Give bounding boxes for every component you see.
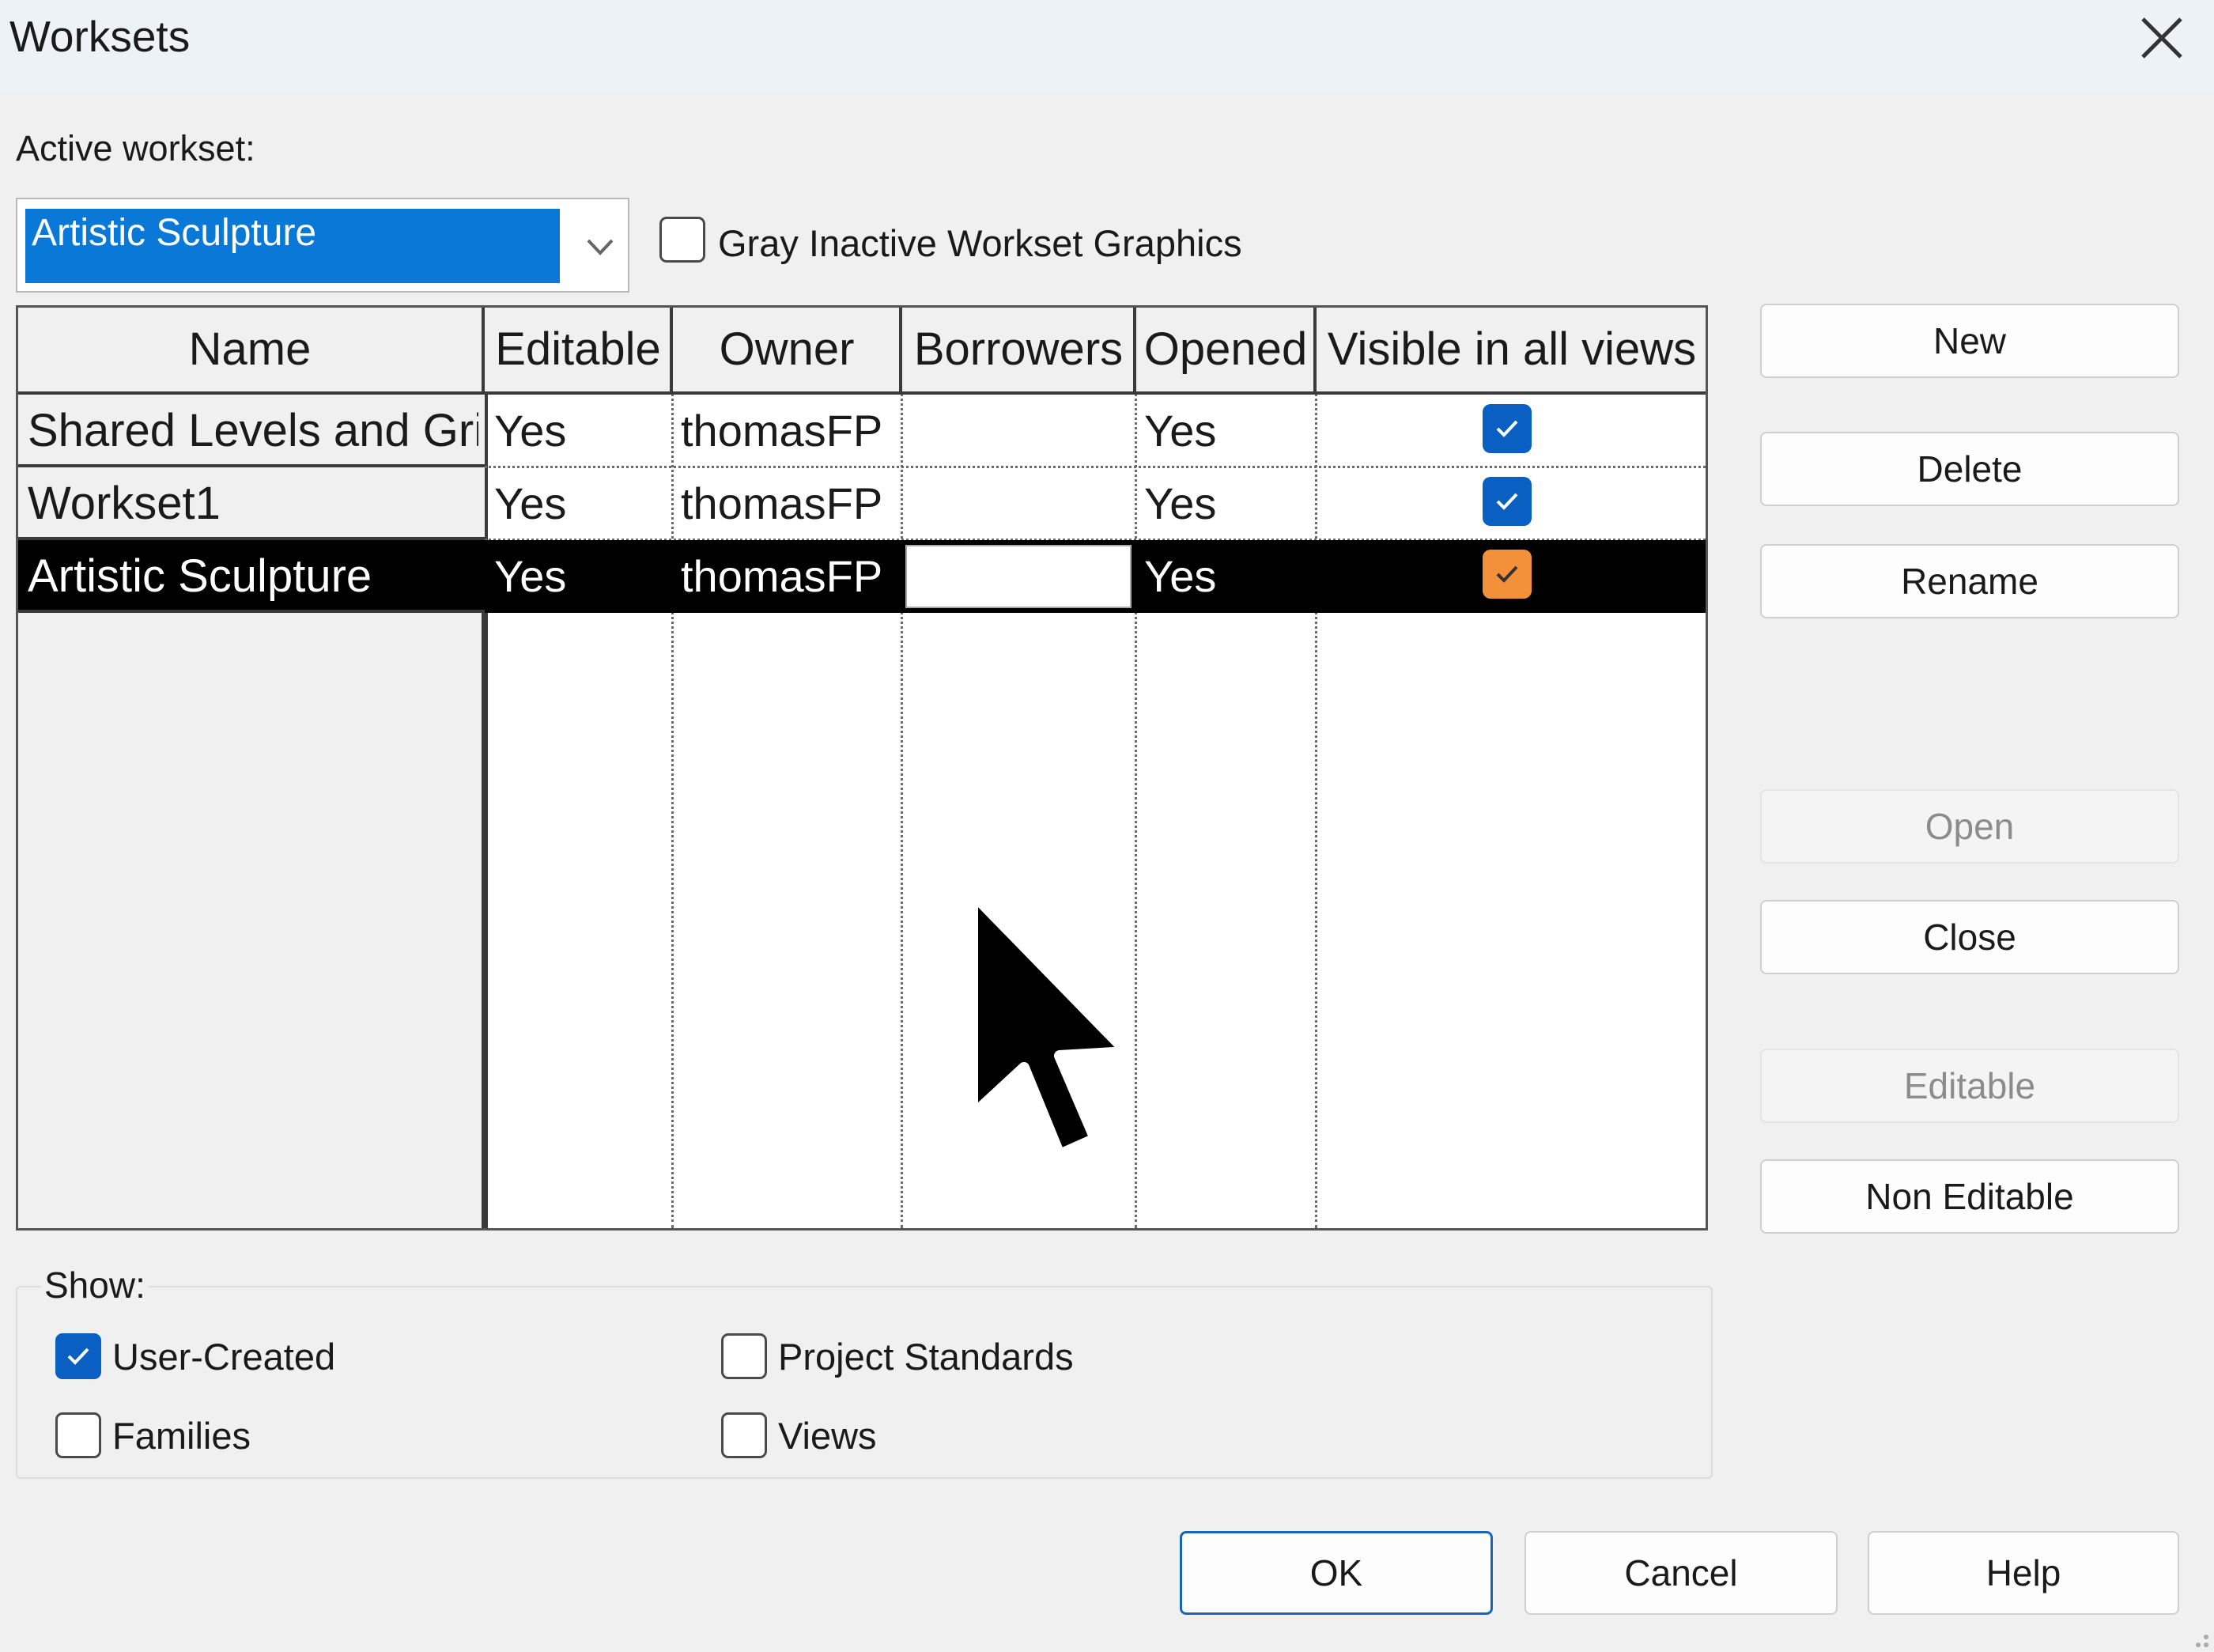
project-standards-checkbox[interactable] [721,1333,767,1379]
project-standards-label: Project Standards [778,1336,1074,1378]
active-workset-value: Artistic Sculpture [25,209,560,283]
checkmark-icon [67,1348,89,1365]
mouse-cursor-icon [967,888,1132,1160]
column-header-editable[interactable]: Editable [486,308,673,391]
row-owner: thomasFP [681,478,883,528]
resize-grip-icon[interactable] [2182,1621,2211,1650]
checkmark-icon [1496,420,1518,437]
user-created-checkbox[interactable] [55,1333,101,1379]
row-borrowers [904,395,1135,467]
views-checkbox[interactable] [721,1412,767,1458]
title-bar: Worksets [0,0,2214,93]
table-header: Name Editable Owner Borrowers Opened Vis… [18,308,1706,395]
chevron-down-icon[interactable] [580,223,620,270]
active-workset-dropdown[interactable]: Artistic Sculpture [16,198,629,293]
row-name: Artistic Sculpture [28,550,372,602]
checkmark-icon [1496,493,1518,510]
table-row[interactable]: Workset1 Yes thomasFP Yes [18,467,1706,540]
show-label: Show: [41,1264,149,1306]
visible-checkbox[interactable] [1483,550,1532,599]
row-borrowers [904,467,1135,540]
row-opened[interactable]: Yes [1138,540,1315,613]
row-name: Workset1 [28,478,221,529]
gray-inactive-label: Gray Inactive Workset Graphics [718,222,1242,264]
rename-button[interactable]: Rename [1760,544,2179,618]
column-divider [1706,308,1708,1228]
column-header-borrowers[interactable]: Borrowers [904,308,1136,391]
row-opened[interactable]: Yes [1138,467,1315,540]
column-header-opened[interactable]: Opened [1138,308,1317,391]
close-icon[interactable] [2137,13,2187,63]
active-workset-label: Active workset: [16,128,255,168]
families-label: Families [112,1415,251,1457]
column-header-name[interactable]: Name [18,308,485,391]
cancel-button[interactable]: Cancel [1524,1531,1838,1615]
visible-checkbox[interactable] [1483,404,1532,453]
row-owner: thomasFP [681,551,883,601]
user-created-label: User-Created [112,1336,336,1378]
ok-button[interactable]: OK [1180,1531,1493,1615]
table-row-selected[interactable]: Artistic Sculpture Yes thomasFP Yes [18,540,1706,613]
editable-button[interactable]: Editable [1760,1049,2179,1123]
help-button[interactable]: Help [1868,1531,2179,1615]
families-checkbox[interactable] [55,1412,101,1458]
column-header-owner[interactable]: Owner [674,308,902,391]
column-header-visible[interactable]: Visible in all views [1318,308,1706,391]
row-editable[interactable]: Yes [488,467,671,540]
open-button[interactable]: Open [1760,789,2179,864]
table-row[interactable]: Shared Levels and Gri Yes thomasFP Yes [18,395,1706,467]
new-button[interactable]: New [1760,304,2179,378]
borrowers-edit-field[interactable] [905,545,1132,608]
delete-button[interactable]: Delete [1760,432,2179,506]
worksets-table: Name Editable Owner Borrowers Opened Vis… [16,305,1708,1230]
views-label: Views [778,1415,877,1457]
close-button[interactable]: Close [1760,900,2179,974]
row-opened[interactable]: Yes [1138,395,1315,467]
row-editable[interactable]: Yes [488,395,671,467]
non-editable-button[interactable]: Non Editable [1760,1159,2179,1234]
row-editable[interactable]: Yes [488,540,671,613]
checkmark-icon [1496,565,1518,583]
row-name: Shared Levels and Gri [28,405,478,456]
window-title: Worksets [9,12,191,61]
visible-checkbox[interactable] [1483,477,1532,526]
gray-inactive-checkbox[interactable] [659,217,705,263]
row-owner: thomasFP [681,406,883,456]
